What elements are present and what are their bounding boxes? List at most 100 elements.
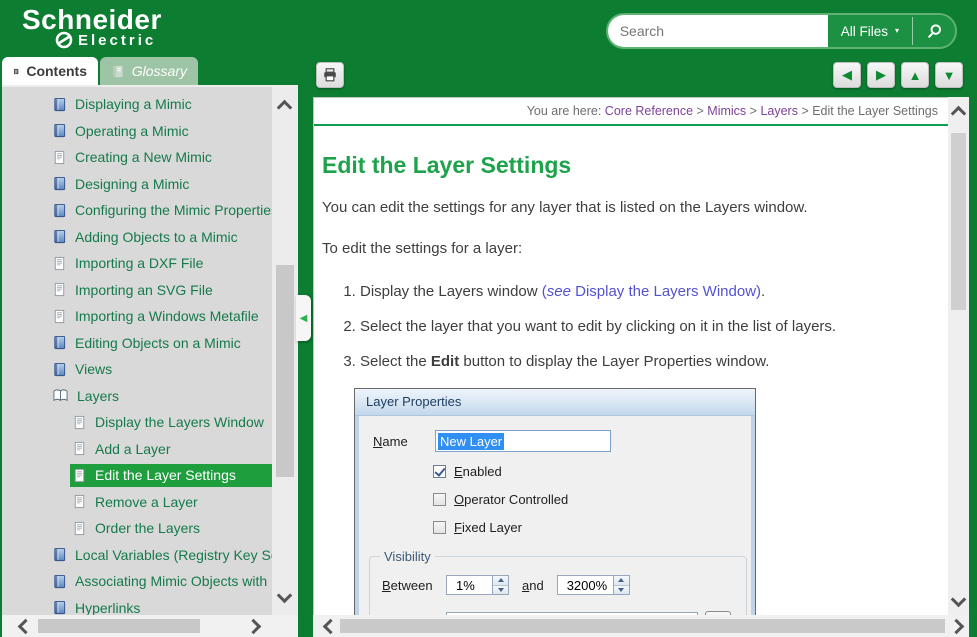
sidebar-vertical-scrollbar[interactable] [272, 87, 298, 615]
content-horizontal-scrollbar[interactable] [313, 615, 969, 637]
tree-item[interactable]: Importing a DXF File [2, 250, 272, 277]
scrollbar-thumb[interactable] [276, 265, 294, 477]
print-button[interactable] [316, 62, 344, 88]
schneider-mark-icon [54, 30, 74, 50]
tree-item[interactable]: Adding Objects to a Mimic [2, 224, 272, 251]
search-filter-label: All Files [841, 24, 888, 39]
and-label: and [522, 578, 544, 593]
tree-item[interactable]: Associating Mimic Objects with P [2, 568, 272, 595]
tree-item[interactable]: Designing a Mimic [2, 171, 272, 198]
chevron-down-icon [276, 587, 292, 603]
dialog-titlebar: Layer Properties [355, 389, 755, 416]
sidebar-collapse-handle[interactable]: ◀ [296, 295, 311, 341]
search-filter-dropdown[interactable]: All Files ▾ [828, 15, 912, 47]
step-3: Select the Edit button to display the La… [360, 353, 936, 370]
breadcrumb-link-mimics[interactable]: Mimics [707, 104, 746, 118]
tab-glossary[interactable]: Glossary [100, 57, 198, 85]
breadcrumb-link-core-reference[interactable]: Core Reference [605, 104, 693, 118]
breadcrumb-separator: > [693, 104, 707, 118]
logo-text-electric: Electric [78, 32, 156, 49]
tree-item-label: Operating a Mimic [75, 123, 189, 139]
chevron-up-icon [276, 99, 292, 115]
scroll-right-button[interactable] [945, 616, 967, 636]
breadcrumb-link-layers[interactable]: Layers [760, 104, 798, 118]
breadcrumb: You are here: Core Reference > Mimics > … [314, 98, 948, 126]
book-closed-icon [52, 229, 67, 244]
tree-item-label: Importing a Windows Metafile [75, 308, 259, 324]
visibility-group: Visibility Between 1% and [369, 549, 747, 615]
tree-item[interactable]: Add a Layer [2, 436, 272, 463]
page-icon [72, 494, 87, 509]
tab-contents[interactable]: Contents [2, 57, 98, 85]
scrollbar-thumb[interactable] [38, 619, 200, 633]
tab-glossary-label: Glossary [132, 63, 187, 79]
tree-item-label: Add a Layer [95, 441, 171, 457]
search-button[interactable] [913, 15, 955, 47]
chevron-right-icon [948, 618, 964, 634]
tree-item[interactable]: Remove a Layer [2, 489, 272, 516]
tree-item-label: Configuring the Mimic Properties [75, 202, 272, 218]
topic-panel: You are here: Core Reference > Mimics > … [313, 97, 948, 615]
step-text: button to display the Layer Properties w… [459, 353, 769, 370]
topic-body: Edit the Layer Settings You can edit the… [314, 126, 948, 615]
scroll-up-button[interactable] [273, 97, 295, 117]
breadcrumb-current: Edit the Layer Settings [812, 104, 938, 118]
step-1: Display the Layers window (see Display t… [360, 283, 936, 300]
spinner-down-icon [618, 588, 624, 592]
sidebar-horizontal-scrollbar[interactable] [2, 615, 298, 637]
chevron-left-icon [322, 618, 338, 634]
tree-item-label: Displaying a Mimic [75, 96, 192, 112]
book-closed-icon [52, 335, 67, 350]
book-closed-icon [52, 203, 67, 218]
tree-item[interactable]: Layers [2, 383, 272, 410]
chevron-left-icon [17, 618, 33, 634]
page-icon [72, 468, 87, 483]
search-input[interactable] [608, 15, 828, 47]
scroll-up-button[interactable] [947, 103, 969, 123]
contents-icon [13, 64, 19, 79]
content-vertical-scrollbar[interactable] [948, 97, 969, 615]
tree-item[interactable]: Creating a New Mimic [2, 144, 272, 171]
tree-item[interactable]: Display the Layers Window [2, 409, 272, 436]
fixed-layer-checkbox [433, 521, 446, 534]
schneider-electric-logo: Schneider Electric [22, 6, 162, 50]
tree-item-label: Edit the Layer Settings [95, 467, 236, 483]
tree-item[interactable]: Order the Layers [2, 515, 272, 542]
tree-item[interactable]: Local Variables (Registry Key Se [2, 542, 272, 569]
page-icon [72, 415, 87, 430]
edit-button-reference: Edit [431, 353, 459, 370]
tree-item-label: Order the Layers [95, 520, 200, 536]
tree-item-label: Importing an SVG File [75, 282, 213, 298]
pane-divider [298, 85, 313, 637]
scrollbar-thumb[interactable] [340, 619, 945, 633]
display-layers-window-link[interactable]: (see Display the Layers Window) [542, 283, 761, 300]
tree-item[interactable]: Operating a Mimic [2, 118, 272, 145]
tree-item-label: Local Variables (Registry Key Se [75, 547, 272, 563]
page-icon [52, 150, 67, 165]
tree-item-label: Hyperlinks [75, 600, 140, 615]
tree-item[interactable]: Hyperlinks [2, 595, 272, 616]
spinner-up-icon [618, 578, 624, 582]
name-input: New Layer [435, 430, 611, 452]
spinner-down-icon [498, 588, 504, 592]
tree-item[interactable]: Configuring the Mimic Properties [2, 197, 272, 224]
page-icon [52, 256, 67, 271]
tree-item[interactable]: Editing Objects on a Mimic [2, 330, 272, 357]
tree-item-label: Designing a Mimic [75, 176, 189, 192]
tree-item[interactable]: Importing an SVG File [2, 277, 272, 304]
tree-item[interactable]: Displaying a Mimic [2, 91, 272, 118]
scroll-down-button[interactable] [273, 585, 295, 605]
scroll-left-button[interactable] [319, 616, 341, 636]
tree-item-selected[interactable]: Edit the Layer Settings [2, 462, 272, 489]
scroll-right-button[interactable] [242, 616, 264, 636]
chevron-down-icon [950, 591, 966, 607]
tree-item-label: Views [75, 361, 112, 377]
book-closed-icon [52, 574, 67, 589]
page-icon [52, 282, 67, 297]
scroll-left-button[interactable] [14, 616, 36, 636]
scroll-down-button[interactable] [947, 589, 969, 609]
tree-item[interactable]: Views [2, 356, 272, 383]
tree-item[interactable]: Importing a Windows Metafile [2, 303, 272, 330]
scrollbar-thumb[interactable] [951, 133, 966, 310]
breadcrumb-separator: > [746, 104, 760, 118]
